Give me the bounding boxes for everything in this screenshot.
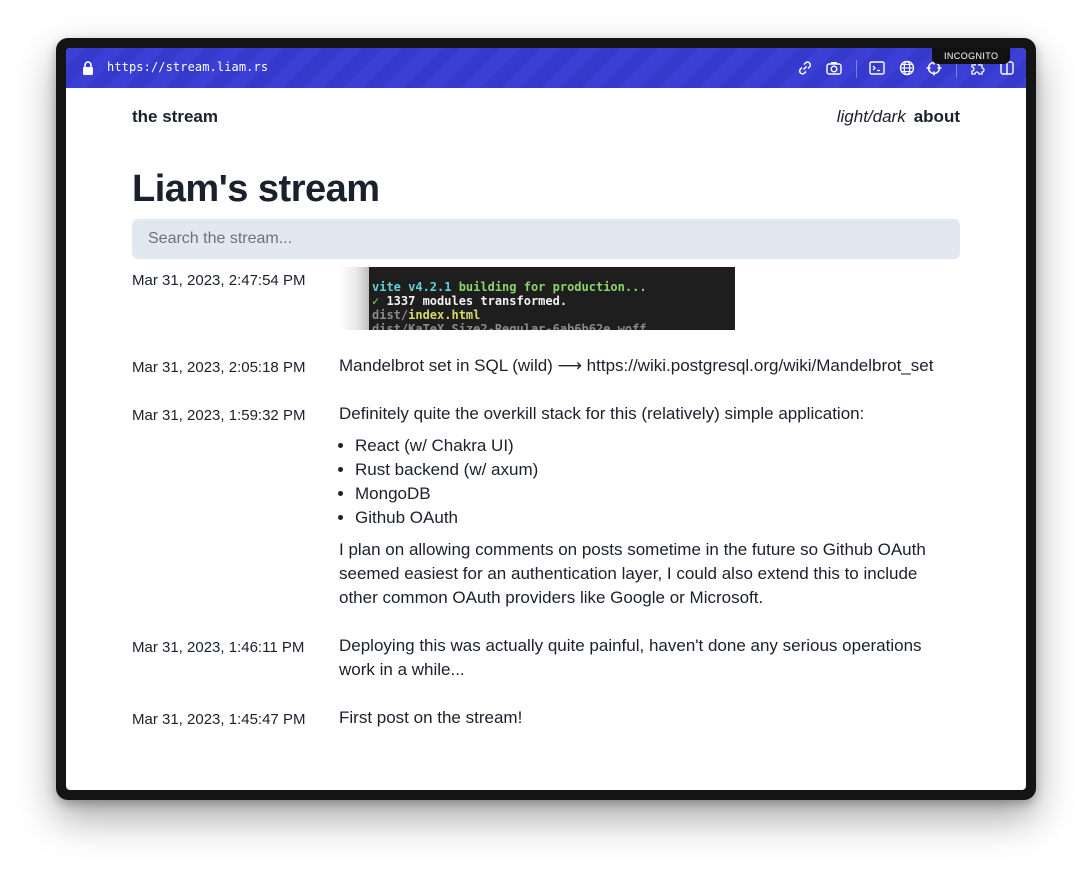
site-brand-link[interactable]: the stream — [132, 107, 218, 127]
terminal-icon[interactable] — [868, 59, 886, 77]
terminal-gutter — [339, 267, 369, 330]
post-text: Deploying this was actually quite painfu… — [339, 636, 922, 679]
terminal-line: dist/ — [372, 308, 409, 322]
post-list: React (w/ Chakra UI) Rust backend (w/ ax… — [339, 434, 949, 530]
search-input[interactable] — [132, 219, 960, 259]
terminal-line: building for production... — [451, 280, 647, 294]
post-body: Definitely quite the overkill stack for … — [339, 402, 949, 610]
post-text: Definitely quite the overkill stack for … — [339, 404, 865, 423]
post-body: Deploying this was actually quite painfu… — [339, 634, 949, 682]
post-text: I plan on allowing comments on posts som… — [339, 540, 926, 607]
toolbar-divider — [856, 60, 857, 78]
list-item: MongoDB — [355, 482, 949, 506]
lock-icon — [82, 61, 94, 75]
terminal-line: vite v4.2.1 — [372, 280, 452, 294]
terminal-line: 1337 modules transformed. — [379, 294, 568, 308]
camera-icon[interactable] — [825, 59, 843, 77]
incognito-badge: INCOGNITO — [932, 48, 1011, 64]
terminal-line: dist/KaTeX_Size2-Regular-6ab6b62e.woff — [372, 322, 647, 330]
site-nav: light/dark about — [837, 107, 960, 127]
page-title: Liam's stream — [132, 168, 380, 210]
post-body: First post on the stream! — [339, 706, 969, 730]
browser-toolbar: https://stream.liam.rs INCOGNITO — [66, 48, 1026, 88]
globe-icon[interactable] — [898, 59, 916, 77]
link-icon[interactable] — [796, 59, 814, 77]
theme-toggle-link[interactable]: light/dark — [837, 107, 906, 126]
post-image-terminal-screenshot[interactable]: vite v4.2.1 building for production... ✓… — [339, 267, 735, 330]
list-item: Github OAuth — [355, 506, 949, 530]
terminal-output: vite v4.2.1 building for production... ✓… — [372, 280, 647, 330]
post-date: Mar 31, 2023, 1:46:11 PM — [132, 639, 305, 656]
about-link[interactable]: about — [914, 107, 960, 126]
post-body: Mandelbrot set in SQL (wild) ⟶ https://w… — [339, 354, 969, 378]
post-date: Mar 31, 2023, 2:05:18 PM — [132, 359, 306, 376]
browser-window: https://stream.liam.rs INCOGNITO the str… — [66, 48, 1026, 790]
list-item: React (w/ Chakra UI) — [355, 434, 949, 458]
post-text: First post on the stream! — [339, 708, 523, 727]
post-date: Mar 31, 2023, 1:59:32 PM — [132, 407, 306, 424]
post-date: Mar 31, 2023, 2:47:54 PM — [132, 272, 306, 289]
post-text[interactable]: Mandelbrot set in SQL (wild) ⟶ https://w… — [339, 354, 969, 378]
post-date: Mar 31, 2023, 1:45:47 PM — [132, 711, 306, 728]
terminal-line: index.html — [408, 308, 481, 322]
address-bar-url[interactable]: https://stream.liam.rs — [107, 60, 268, 74]
list-item: Rust backend (w/ axum) — [355, 458, 949, 482]
